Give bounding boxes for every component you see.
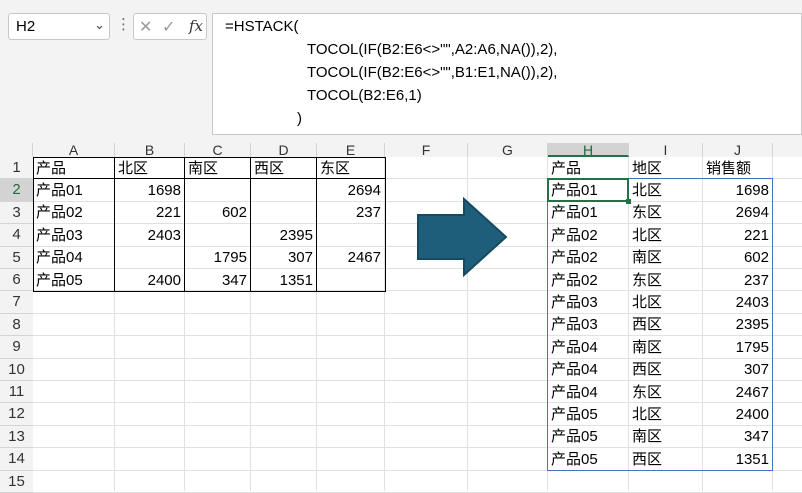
column-header-i[interactable]: I bbox=[629, 143, 703, 157]
column-headers: ABCDEFGHIJ bbox=[0, 143, 802, 157]
column-header-b[interactable]: B bbox=[115, 143, 185, 157]
table-border-line bbox=[114, 157, 115, 292]
column-header-a[interactable]: A bbox=[33, 143, 115, 157]
row-header-4[interactable]: 4 bbox=[0, 224, 33, 247]
table-border-line bbox=[184, 157, 185, 292]
formula-input[interactable]: =HSTACK( TOCOL(IF(B2:E6<>"",A2:A6,NA()),… bbox=[212, 13, 802, 135]
formula-line: TOCOL(IF(B2:E6<>"",B1:E1,NA()),2), bbox=[307, 64, 558, 81]
fill-handle[interactable] bbox=[626, 198, 631, 204]
table-border-line bbox=[33, 178, 385, 180]
row-header-10[interactable]: 10 bbox=[0, 358, 33, 381]
result-header-cell[interactable]: 地区 bbox=[632, 158, 699, 180]
active-cell[interactable] bbox=[547, 178, 629, 202]
column-header-g[interactable]: G bbox=[468, 143, 548, 157]
result-header-cell[interactable]: 销售额 bbox=[706, 158, 769, 180]
row-header-5[interactable]: 5 bbox=[0, 246, 33, 269]
table-border-line bbox=[250, 157, 251, 292]
formula-line: TOCOL(B2:E6,1) bbox=[307, 87, 422, 104]
result-header-cell[interactable]: 产品 bbox=[551, 158, 625, 180]
row-header-13[interactable]: 13 bbox=[0, 425, 33, 449]
formula-buttons: ✕ ✓ fx bbox=[133, 13, 207, 40]
row-header-6[interactable]: 6 bbox=[0, 269, 33, 292]
select-all-corner[interactable] bbox=[0, 143, 33, 157]
column-header-e[interactable]: E bbox=[317, 143, 385, 157]
column-header-f[interactable]: F bbox=[385, 143, 468, 157]
row-header-14[interactable]: 14 bbox=[0, 448, 33, 471]
row-header-12[interactable]: 12 bbox=[0, 403, 33, 426]
row-header-11[interactable]: 11 bbox=[0, 381, 33, 404]
column-header-h[interactable]: H bbox=[548, 143, 629, 157]
chevron-down-icon[interactable]: ⌄ bbox=[94, 17, 105, 33]
cancel-icon[interactable]: ✕ bbox=[139, 17, 152, 37]
column-header-j[interactable]: J bbox=[703, 143, 773, 157]
column-header-d[interactable]: D bbox=[251, 143, 317, 157]
insert-function-icon[interactable]: fx bbox=[189, 17, 203, 35]
row-header-9[interactable]: 9 bbox=[0, 336, 33, 359]
name-box-value: H2 bbox=[16, 18, 36, 35]
formula-line: ) bbox=[297, 110, 302, 127]
formula-bar-area: H2 ⌄ ⋮ ✕ ✓ fx =HSTACK( TOCOL(IF(B2:E6<>"… bbox=[0, 0, 802, 143]
more-options-icon[interactable]: ⋮ bbox=[116, 15, 131, 33]
formula-line: =HSTACK( bbox=[225, 18, 299, 35]
row-header-2[interactable]: 2 bbox=[0, 179, 33, 202]
row-header-15[interactable]: 15 bbox=[0, 470, 33, 493]
row-header-8[interactable]: 8 bbox=[0, 313, 33, 337]
worksheet-grid[interactable]: 产品 北区 南区 西区 东区 产品01 1698 2694 产品02 221 602 237 产品03 2… bbox=[33, 157, 802, 493]
table-border-line bbox=[316, 157, 317, 292]
row-header-7[interactable]: 7 bbox=[0, 291, 33, 314]
column-header-c[interactable]: C bbox=[185, 143, 251, 157]
row-header-3[interactable]: 3 bbox=[0, 201, 33, 225]
formula-line: TOCOL(IF(B2:E6<>"",A2:A6,NA()),2), bbox=[307, 41, 558, 58]
name-box[interactable]: H2 ⌄ bbox=[8, 13, 110, 40]
row-header-1[interactable]: 1 bbox=[0, 157, 33, 180]
source-table-border bbox=[33, 157, 386, 293]
right-arrow-icon bbox=[417, 197, 508, 277]
enter-icon[interactable]: ✓ bbox=[162, 17, 175, 37]
spill-range-border bbox=[547, 178, 773, 471]
